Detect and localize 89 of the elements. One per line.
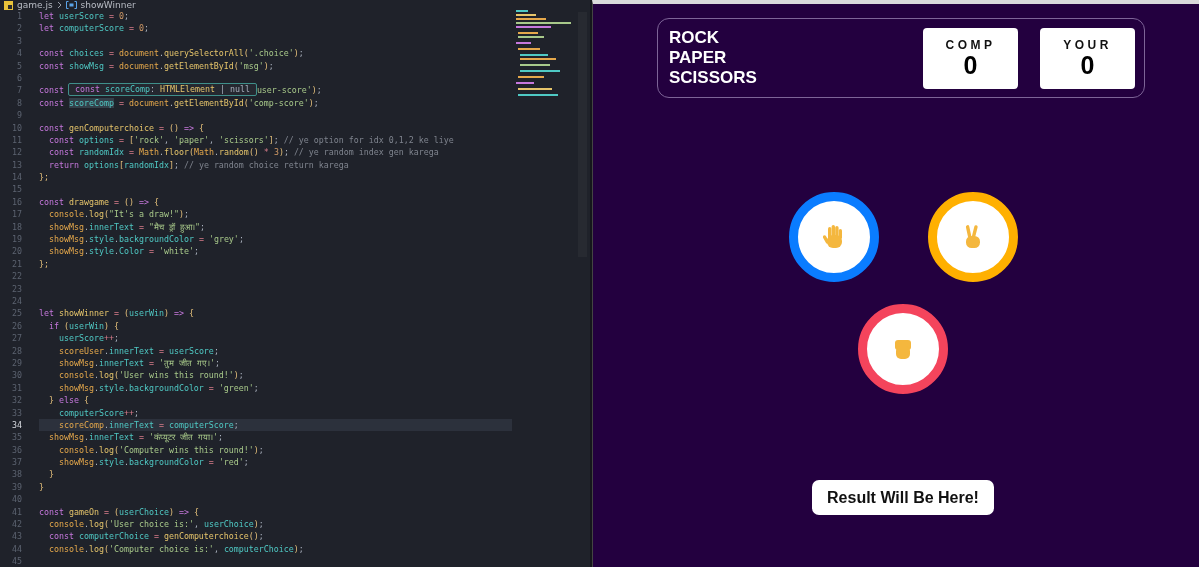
line-number: 22 bbox=[11, 270, 22, 283]
line-number: 34 bbox=[11, 418, 22, 432]
line-number: 16 bbox=[11, 195, 22, 209]
code-line: console.log('Computer choice is:', computerChoice); bbox=[48, 542, 305, 556]
line-number: 30 bbox=[11, 369, 22, 382]
code-line: computerScore++; bbox=[57, 406, 140, 419]
line-number: 13 bbox=[11, 158, 22, 172]
game-title: ROCK PAPER SCISSORS bbox=[669, 28, 757, 88]
fist-icon bbox=[892, 337, 914, 361]
code-line: } else { bbox=[48, 394, 90, 407]
code-line: if (userWin) { bbox=[48, 319, 120, 333]
line-number: 28 bbox=[11, 344, 22, 357]
line-number: 31 bbox=[11, 381, 22, 395]
breadcrumb-file[interactable]: game.js bbox=[17, 0, 53, 10]
code-line: showMsg.innerText = "मैच ड्रॉ हुआ।"; bbox=[48, 220, 206, 234]
line-number: 24 bbox=[11, 295, 22, 308]
line-number: 26 bbox=[11, 319, 22, 333]
line-number: 12 bbox=[11, 146, 22, 159]
code-line: showMsg.style.backgroundColor = 'red'; bbox=[57, 456, 250, 469]
line-number: 7 bbox=[16, 84, 22, 97]
code-line: }; bbox=[39, 171, 50, 184]
line-number: 27 bbox=[11, 332, 22, 345]
line-number: 15 bbox=[11, 183, 22, 196]
line-number: 18 bbox=[11, 220, 22, 234]
code-line: const choices = document.querySelectorAll('.choice'); bbox=[39, 47, 305, 60]
line-number: 10 bbox=[11, 121, 22, 134]
type-tooltip: const scoreComp: HTMLElement | null bbox=[68, 83, 257, 97]
code-line: const showMsg = document.getElementById('msg'); bbox=[39, 59, 275, 72]
code-line: const options = ['rock', 'paper', 'scissors']; // ye option for idx 0,1,2 ke liye bbox=[48, 133, 455, 147]
line-number: 40 bbox=[11, 493, 22, 506]
code-line: userScore++; bbox=[57, 332, 120, 345]
hand-icon bbox=[822, 224, 845, 250]
line-number: 9 bbox=[16, 109, 22, 122]
line-number: 41 bbox=[11, 505, 22, 518]
line-number: 4 bbox=[16, 47, 22, 60]
code-line: const drawgame = () => { bbox=[39, 195, 160, 209]
line-number: 37 bbox=[11, 456, 22, 469]
code-line: let showWinner = (userWin) => { bbox=[39, 307, 195, 320]
line-number: 32 bbox=[11, 394, 22, 407]
line-number: 25 bbox=[11, 307, 22, 320]
variable-icon bbox=[65, 1, 77, 9]
code-line: const scoreComp = document.getElementById('comp-score'); bbox=[39, 96, 320, 110]
line-number: 1 bbox=[16, 10, 22, 23]
code-line: showMsg.innerText = 'कंप्यूटर जीत गया।'; bbox=[48, 431, 224, 444]
code-line: const computerChoice = genComputerchoice(); bbox=[48, 530, 265, 543]
code-line: console.log('User wins this round!'); bbox=[57, 369, 245, 382]
breadcrumb-symbol[interactable]: showWinner bbox=[80, 0, 136, 10]
line-number: 6 bbox=[16, 71, 22, 85]
line-number: 23 bbox=[11, 282, 22, 295]
code-line: showMsg.style.backgroundColor = 'grey'; bbox=[48, 233, 245, 246]
line-number: 17 bbox=[11, 208, 22, 221]
score-value: 0 bbox=[1080, 52, 1095, 78]
line-number: 2 bbox=[16, 22, 22, 35]
line-number: 35 bbox=[11, 431, 22, 444]
line-number: 29 bbox=[11, 356, 22, 370]
code-line: let userScore = 0; bbox=[39, 10, 130, 23]
line-number: 20 bbox=[11, 245, 22, 258]
result-message: Result Will Be Here! bbox=[812, 480, 994, 515]
line-number: 45 bbox=[11, 555, 22, 567]
score-label: YOUR bbox=[1063, 38, 1112, 52]
code-line: showMsg.style.backgroundColor = 'green'; bbox=[57, 381, 260, 395]
code-line: const randomIdx = Math.floor(Math.random() * 3); // ye random index gen karega bbox=[48, 146, 440, 159]
line-number: 14 bbox=[11, 171, 22, 184]
line-number: 5 bbox=[16, 59, 22, 72]
line-number: 36 bbox=[11, 443, 22, 457]
line-number: 11 bbox=[11, 133, 22, 147]
code-line: } bbox=[48, 468, 55, 481]
code-line: const gameOn = (userChoice) => { bbox=[39, 505, 200, 518]
score-label: COMP bbox=[945, 38, 996, 52]
code-line: let computerScore = 0; bbox=[39, 22, 150, 35]
line-number: 42 bbox=[11, 518, 22, 531]
code-line: console.log('User choice is:', userChoice); bbox=[48, 518, 265, 531]
score-value: 0 bbox=[963, 52, 978, 78]
line-number: 39 bbox=[11, 480, 22, 494]
line-number: 21 bbox=[11, 257, 22, 271]
code-line: showMsg.style.Color = 'white'; bbox=[48, 245, 200, 258]
code-line: console.log('Computer wins this round!'); bbox=[57, 443, 265, 457]
chevron-right-icon bbox=[56, 1, 62, 9]
code-line: showMsg.innerText = 'तुम जीत गए।'; bbox=[57, 356, 221, 370]
code-line: const genComputerchoice = () => { bbox=[39, 121, 205, 134]
line-number: 43 bbox=[11, 530, 22, 543]
code-line: const const scoreComp: HTMLElement | null user-score'); bbox=[39, 84, 323, 97]
code-line: }; bbox=[39, 257, 50, 271]
line-number: 19 bbox=[11, 233, 22, 246]
code-line: return options[randomIdx]; // ye random choice return karega bbox=[48, 158, 350, 172]
line-number: 44 bbox=[11, 542, 22, 556]
code-line: } bbox=[39, 480, 45, 494]
code-line: console.log("It's a draw!"); bbox=[48, 208, 190, 221]
code-line: scoreUser.innerText = userScore; bbox=[57, 344, 220, 357]
